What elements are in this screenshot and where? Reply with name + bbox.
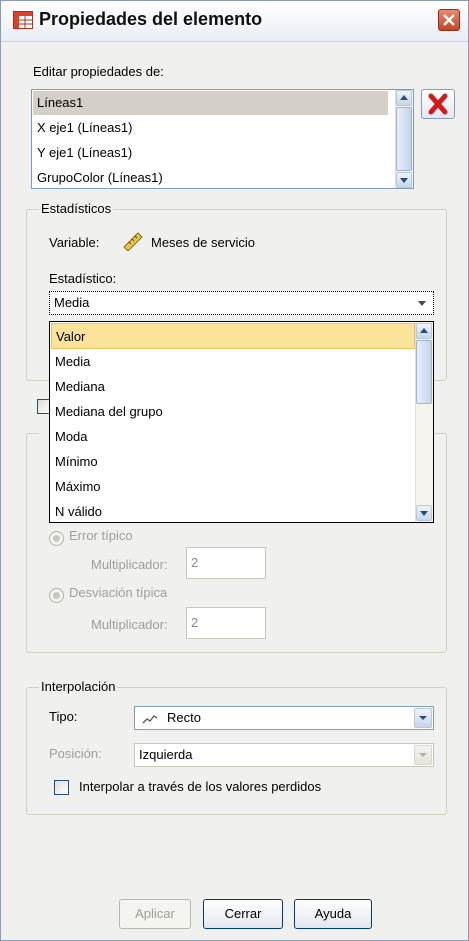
close-x-icon — [443, 14, 455, 26]
dropdown-option[interactable]: Media — [51, 349, 415, 375]
list-item[interactable]: X eje1 (Líneas1) — [33, 116, 388, 140]
dropdown-option[interactable]: Máximo — [51, 474, 415, 500]
close-button[interactable] — [438, 9, 460, 31]
scroll-thumb[interactable] — [396, 107, 412, 171]
variable-label: Variable: — [49, 235, 100, 250]
dropdown-option[interactable]: N válido — [51, 499, 415, 522]
properties-dialog: Propiedades del elemento Editar propieda… — [0, 0, 469, 941]
statistic-dropdown-list[interactable]: Valor Media Mediana Mediana del grupo Mo… — [49, 321, 434, 523]
list-item[interactable]: Líneas1 — [33, 91, 388, 115]
list-item[interactable]: Y eje1 (Líneas1) — [33, 141, 388, 165]
interpolation-type-value: Recto — [167, 710, 201, 725]
variable-value: Meses de servicio — [151, 235, 256, 250]
std-dev-multiplier-input[interactable]: 2 — [186, 607, 266, 639]
list-scrollbar[interactable] — [395, 90, 413, 188]
dropdown-option[interactable]: Valor — [51, 323, 415, 349]
std-dev-label: Desviación típica — [69, 585, 168, 600]
statistic-selected-value: Media — [54, 295, 90, 310]
chevron-down-icon — [419, 716, 427, 720]
table-grid-icon — [13, 11, 33, 29]
title-bar[interactable]: Propiedades del elemento — [1, 1, 468, 42]
interpolate-missing-label: Interpolar a través de los valores perdi… — [79, 779, 322, 794]
std-error-multiplier-input[interactable]: 2 — [186, 547, 266, 579]
arrow-down-icon — [400, 178, 408, 183]
std-dev-multiplier-label: Multiplicador: — [91, 617, 168, 632]
std-error-multiplier-label: Multiplicador: — [91, 557, 168, 572]
chevron-down-icon — [419, 753, 427, 757]
edit-properties-list[interactable]: Líneas1 X eje1 (Líneas1) Y eje1 (Líneas1… — [31, 89, 414, 189]
red-x-delete-icon — [428, 93, 448, 115]
std-dev-radio[interactable] — [49, 588, 64, 603]
ruler-scale-icon — [121, 229, 145, 254]
scroll-down-button[interactable] — [396, 172, 412, 188]
scroll-thumb[interactable] — [416, 340, 432, 404]
list-item[interactable]: GrupoColor (Líneas1) — [33, 166, 388, 188]
interpolation-group-title: Interpolación — [39, 679, 118, 694]
statistics-group-title: Estadísticos — [39, 201, 114, 216]
arrow-down-icon — [420, 511, 428, 516]
dialog-title: Propiedades del elemento — [39, 9, 263, 29]
dropdown-scrollbar[interactable] — [415, 322, 433, 522]
type-label: Tipo: — [49, 709, 78, 724]
chevron-down-icon — [418, 301, 426, 306]
std-error-label: Error típico — [69, 528, 133, 543]
dropdown-option[interactable]: Mediana del grupo — [51, 399, 415, 425]
type-dropdown-button[interactable] — [414, 708, 432, 728]
dropdown-option[interactable]: Mediana — [51, 374, 415, 400]
interpolation-type-select[interactable]: Recto — [134, 706, 434, 730]
line-squiggle-icon — [142, 715, 158, 724]
interpolation-position-select[interactable]: Izquierda — [134, 743, 434, 767]
interpolate-missing-checkbox[interactable] — [54, 780, 69, 795]
statistic-label: Estadístico: — [49, 271, 117, 286]
dropdown-option[interactable]: Mínimo — [51, 449, 415, 475]
apply-button[interactable]: Aplicar — [119, 899, 191, 929]
scroll-up-button[interactable] — [416, 323, 432, 339]
statistic-select[interactable]: Media — [49, 291, 434, 315]
dropdown-option[interactable]: Moda — [51, 424, 415, 450]
arrow-up-icon — [420, 328, 428, 333]
close-dialog-button[interactable]: Cerrar — [203, 899, 283, 929]
scroll-down-button[interactable] — [416, 505, 432, 521]
scroll-up-button[interactable] — [396, 90, 412, 106]
delete-element-button[interactable] — [421, 89, 455, 119]
help-button[interactable]: Ayuda — [294, 899, 372, 929]
std-error-radio[interactable] — [49, 531, 64, 546]
position-dropdown-button[interactable] — [414, 745, 432, 765]
position-label: Posición: — [49, 746, 102, 761]
interpolation-position-value: Izquierda — [139, 747, 193, 762]
arrow-up-icon — [400, 95, 408, 100]
edit-properties-label: Editar propiedades de: — [33, 64, 164, 79]
